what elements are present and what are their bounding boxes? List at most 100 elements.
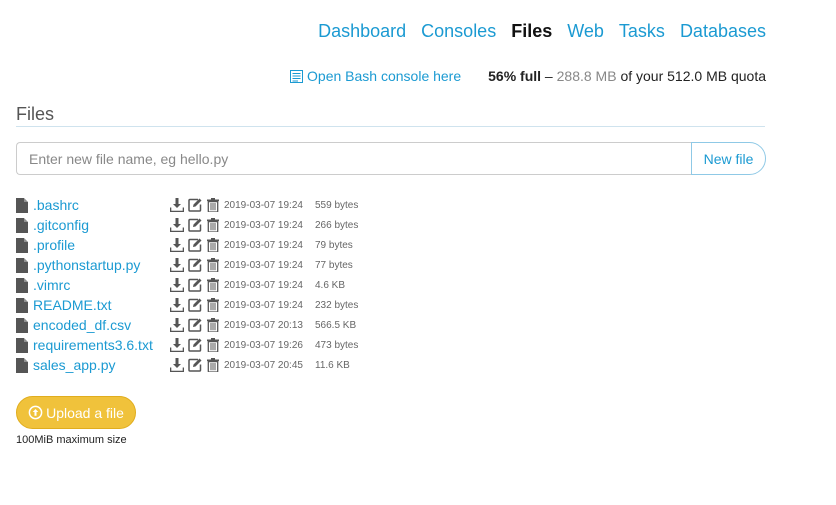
file-icon <box>16 257 28 273</box>
edit-icon[interactable] <box>186 257 204 273</box>
file-name-cell: encoded_df.csv <box>16 317 168 333</box>
file-link[interactable]: .bashrc <box>33 197 79 213</box>
upload-circle-icon <box>28 405 43 420</box>
file-size: 266 bytes <box>315 219 359 231</box>
download-icon[interactable] <box>168 237 186 253</box>
file-size: 566.5 KB <box>315 319 357 331</box>
nav-web[interactable]: Web <box>567 19 604 43</box>
file-date: 2019-03-07 20:13 <box>224 319 303 331</box>
file-size: 77 bytes <box>315 259 353 271</box>
delete-icon[interactable] <box>204 337 222 353</box>
file-name-cell: sales_app.py <box>16 357 168 373</box>
file-icon <box>16 297 28 313</box>
file-link[interactable]: encoded_df.csv <box>33 317 131 333</box>
download-icon[interactable] <box>168 277 186 293</box>
file-icon <box>16 357 28 373</box>
file-date: 2019-03-07 19:24 <box>224 279 303 291</box>
edit-icon[interactable] <box>186 277 204 293</box>
quota-used: 288.8 MB <box>556 68 617 84</box>
file-name-cell: .gitconfig <box>16 217 168 233</box>
edit-icon[interactable] <box>186 217 204 233</box>
quota-percent: 56% full <box>488 68 542 84</box>
top-nav: Dashboard Consoles Files Web Tasks Datab… <box>303 19 766 43</box>
file-date: 2019-03-07 19:24 <box>224 219 303 231</box>
file-list: .bashrc 2019-03-07 19:24 559 bytes .gitconf… <box>16 195 416 375</box>
nav-databases[interactable]: Databases <box>680 19 766 43</box>
file-row: requirements3.6.txt 2019-03-07 19:26 473 b… <box>16 335 416 355</box>
delete-icon[interactable] <box>204 197 222 213</box>
file-name-cell: .profile <box>16 237 168 253</box>
file-icon <box>16 277 28 293</box>
file-row: .bashrc 2019-03-07 19:24 559 bytes <box>16 195 416 215</box>
file-actions <box>168 237 224 253</box>
file-icon <box>16 217 28 233</box>
file-link[interactable]: .gitconfig <box>33 217 89 233</box>
file-date: 2019-03-07 19:24 <box>224 299 303 311</box>
download-icon[interactable] <box>168 337 186 353</box>
download-icon[interactable] <box>168 217 186 233</box>
file-name-cell: .pythonstartup.py <box>16 257 168 273</box>
open-bash-console-link[interactable]: Open Bash console here <box>290 68 461 84</box>
file-size: 79 bytes <box>315 239 353 251</box>
file-actions <box>168 297 224 313</box>
file-actions <box>168 337 224 353</box>
file-link[interactable]: .vimrc <box>33 277 70 293</box>
section-divider <box>16 126 765 127</box>
file-date: 2019-03-07 19:24 <box>224 259 303 271</box>
nav-dashboard[interactable]: Dashboard <box>318 19 406 43</box>
file-link[interactable]: requirements3.6.txt <box>33 337 153 353</box>
upload-file-label: Upload a file <box>46 404 124 421</box>
open-bash-console-label: Open Bash console here <box>307 68 462 84</box>
console-icon <box>290 69 304 83</box>
edit-icon[interactable] <box>186 237 204 253</box>
file-link[interactable]: .pythonstartup.py <box>33 257 140 273</box>
new-file-form: New file <box>16 142 766 175</box>
new-file-button[interactable]: New file <box>691 142 766 175</box>
edit-icon[interactable] <box>186 297 204 313</box>
delete-icon[interactable] <box>204 317 222 333</box>
file-icon <box>16 337 28 353</box>
nav-consoles[interactable]: Consoles <box>421 19 496 43</box>
file-icon <box>16 317 28 333</box>
download-icon[interactable] <box>168 297 186 313</box>
edit-icon[interactable] <box>186 317 204 333</box>
new-file-name-input[interactable] <box>16 142 691 175</box>
edit-icon[interactable] <box>186 197 204 213</box>
file-actions <box>168 217 224 233</box>
nav-tasks[interactable]: Tasks <box>619 19 665 43</box>
file-size: 4.6 KB <box>315 279 346 291</box>
file-name-cell: .vimrc <box>16 277 168 293</box>
download-icon[interactable] <box>168 257 186 273</box>
download-icon[interactable] <box>168 197 186 213</box>
file-row: .profile 2019-03-07 19:24 79 bytes <box>16 235 416 255</box>
file-row: encoded_df.csv 2019-03-07 20:13 566.5 KB <box>16 315 416 335</box>
delete-icon[interactable] <box>204 237 222 253</box>
file-date: 2019-03-07 19:26 <box>224 339 303 351</box>
file-size: 473 bytes <box>315 339 359 351</box>
quota-dash: – <box>541 68 557 84</box>
quota-total: of your 512.0 MB quota <box>616 68 766 84</box>
file-row: .gitconfig 2019-03-07 19:24 266 bytes <box>16 215 416 235</box>
delete-icon[interactable] <box>204 297 222 313</box>
file-row: README.txt 2019-03-07 19:24 232 bytes <box>16 295 416 315</box>
file-row: .vimrc 2019-03-07 19:24 4.6 KB <box>16 275 416 295</box>
edit-icon[interactable] <box>186 357 204 373</box>
download-icon[interactable] <box>168 317 186 333</box>
file-link[interactable]: sales_app.py <box>33 357 116 373</box>
nav-files[interactable]: Files <box>511 19 552 43</box>
file-actions <box>168 197 224 213</box>
file-actions <box>168 317 224 333</box>
upload-max-size-note: 100MiB maximum size <box>16 434 127 446</box>
file-size: 559 bytes <box>315 199 359 211</box>
delete-icon[interactable] <box>204 217 222 233</box>
edit-icon[interactable] <box>186 337 204 353</box>
download-icon[interactable] <box>168 357 186 373</box>
delete-icon[interactable] <box>204 257 222 273</box>
file-link[interactable]: README.txt <box>33 297 112 313</box>
upload-file-button[interactable]: Upload a file <box>16 396 136 429</box>
delete-icon[interactable] <box>204 277 222 293</box>
file-actions <box>168 257 224 273</box>
delete-icon[interactable] <box>204 357 222 373</box>
file-icon <box>16 197 28 213</box>
file-link[interactable]: .profile <box>33 237 75 253</box>
